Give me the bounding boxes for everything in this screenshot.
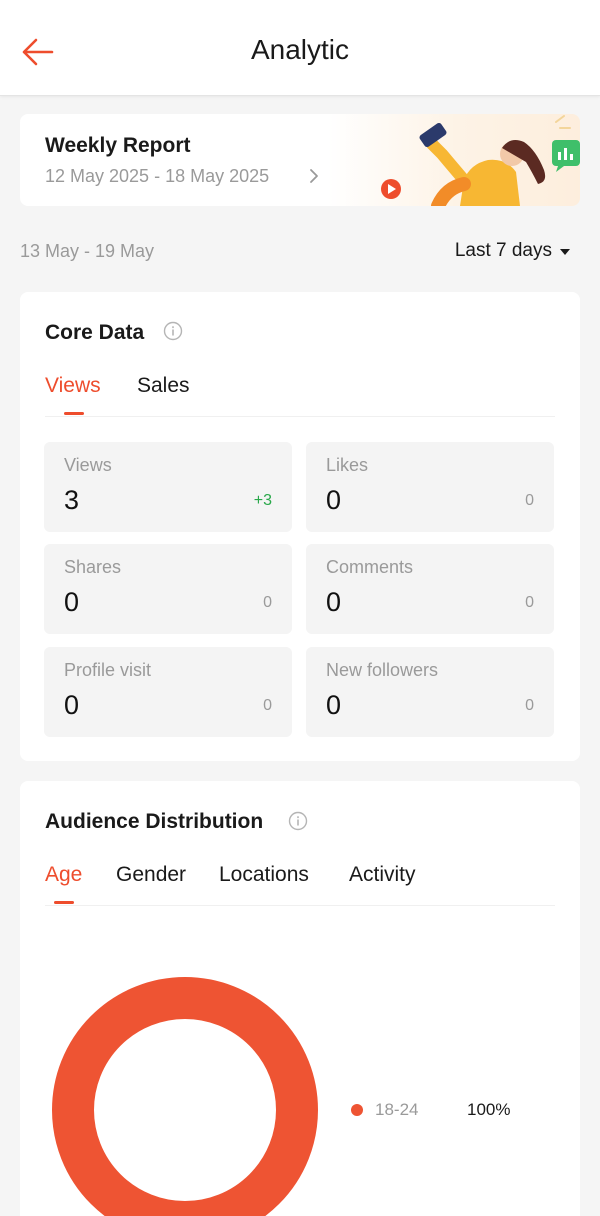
metric-label: Comments	[326, 557, 414, 577]
metric-value: 3	[64, 485, 80, 515]
report-illustration-icon	[381, 115, 580, 206]
period-dropdown-label: Last 7 days	[454, 240, 552, 261]
metric-delta: 0	[263, 594, 272, 611]
metric-label: Views	[64, 455, 112, 475]
metric-likes[interactable]: Likes 0 0	[306, 442, 554, 532]
active-tab-indicator	[64, 412, 84, 415]
metric-label: Likes	[326, 455, 369, 475]
metric-delta: 0	[263, 697, 272, 714]
tab-activity[interactable]: Activity	[349, 863, 416, 887]
metric-new-followers[interactable]: New followers 0 0	[306, 647, 554, 737]
tab-gender[interactable]: Gender	[116, 863, 186, 887]
metric-label: Shares	[64, 557, 122, 577]
chevron-right-icon	[310, 169, 318, 183]
metric-comments[interactable]: Comments 0 0	[306, 544, 554, 634]
tab-divider	[45, 416, 555, 417]
legend-value: 100%	[467, 1100, 511, 1119]
metric-label: New followers	[326, 660, 439, 680]
donut-segment-18-24	[52, 977, 318, 1216]
metric-views[interactable]: Views 3 +3	[44, 442, 292, 532]
metric-delta: +3	[253, 492, 272, 509]
tab-divider	[45, 905, 555, 906]
weekly-report-card[interactable]: Weekly Report 12 May 2025 - 18 May 2025	[20, 114, 580, 206]
age-donut-chart	[52, 977, 318, 1216]
metric-value: 0	[64, 690, 80, 720]
weekly-report-title: Weekly Report	[45, 134, 191, 157]
metric-value: 0	[326, 587, 342, 617]
metric-delta: 0	[525, 594, 534, 611]
metric-value: 0	[326, 690, 342, 720]
audience-distribution-title: Audience Distribution	[45, 810, 264, 833]
metric-value: 0	[326, 485, 342, 515]
audience-distribution-card: Audience Distribution Age Gender Locatio…	[20, 781, 580, 1216]
legend-dot	[351, 1104, 363, 1116]
top-bar: Analytic	[0, 0, 600, 96]
tab-age[interactable]: Age	[45, 863, 82, 887]
analytic-page: Analytic Weekly Report 12 May 2025 - 18 …	[0, 0, 600, 1216]
metric-delta: 0	[525, 492, 534, 509]
tab-views[interactable]: Views	[45, 374, 101, 398]
tab-sales[interactable]: Sales	[137, 374, 190, 398]
info-icon[interactable]	[288, 811, 308, 831]
caret-down-icon	[560, 249, 570, 255]
period-dropdown[interactable]: Last 7 days	[455, 240, 570, 262]
active-tab-indicator	[54, 901, 74, 904]
metric-profile-visit[interactable]: Profile visit 0 0	[44, 647, 292, 737]
core-data-card: Core Data Views Sales Views 3 +3 Likes 0…	[20, 292, 580, 761]
info-icon[interactable]	[163, 321, 183, 341]
legend-label: 18-24	[375, 1100, 419, 1119]
weekly-report-range: 12 May 2025 - 18 May 2025	[45, 166, 270, 186]
metric-shares[interactable]: Shares 0 0	[44, 544, 292, 634]
metric-delta: 0	[525, 697, 534, 714]
date-range-label: 13 May - 19 May	[20, 241, 155, 261]
metric-value: 0	[64, 587, 80, 617]
core-data-title: Core Data	[45, 321, 145, 344]
metric-label: Profile visit	[64, 660, 152, 680]
page-title: Analytic	[250, 34, 350, 65]
tab-locations[interactable]: Locations	[219, 863, 309, 887]
